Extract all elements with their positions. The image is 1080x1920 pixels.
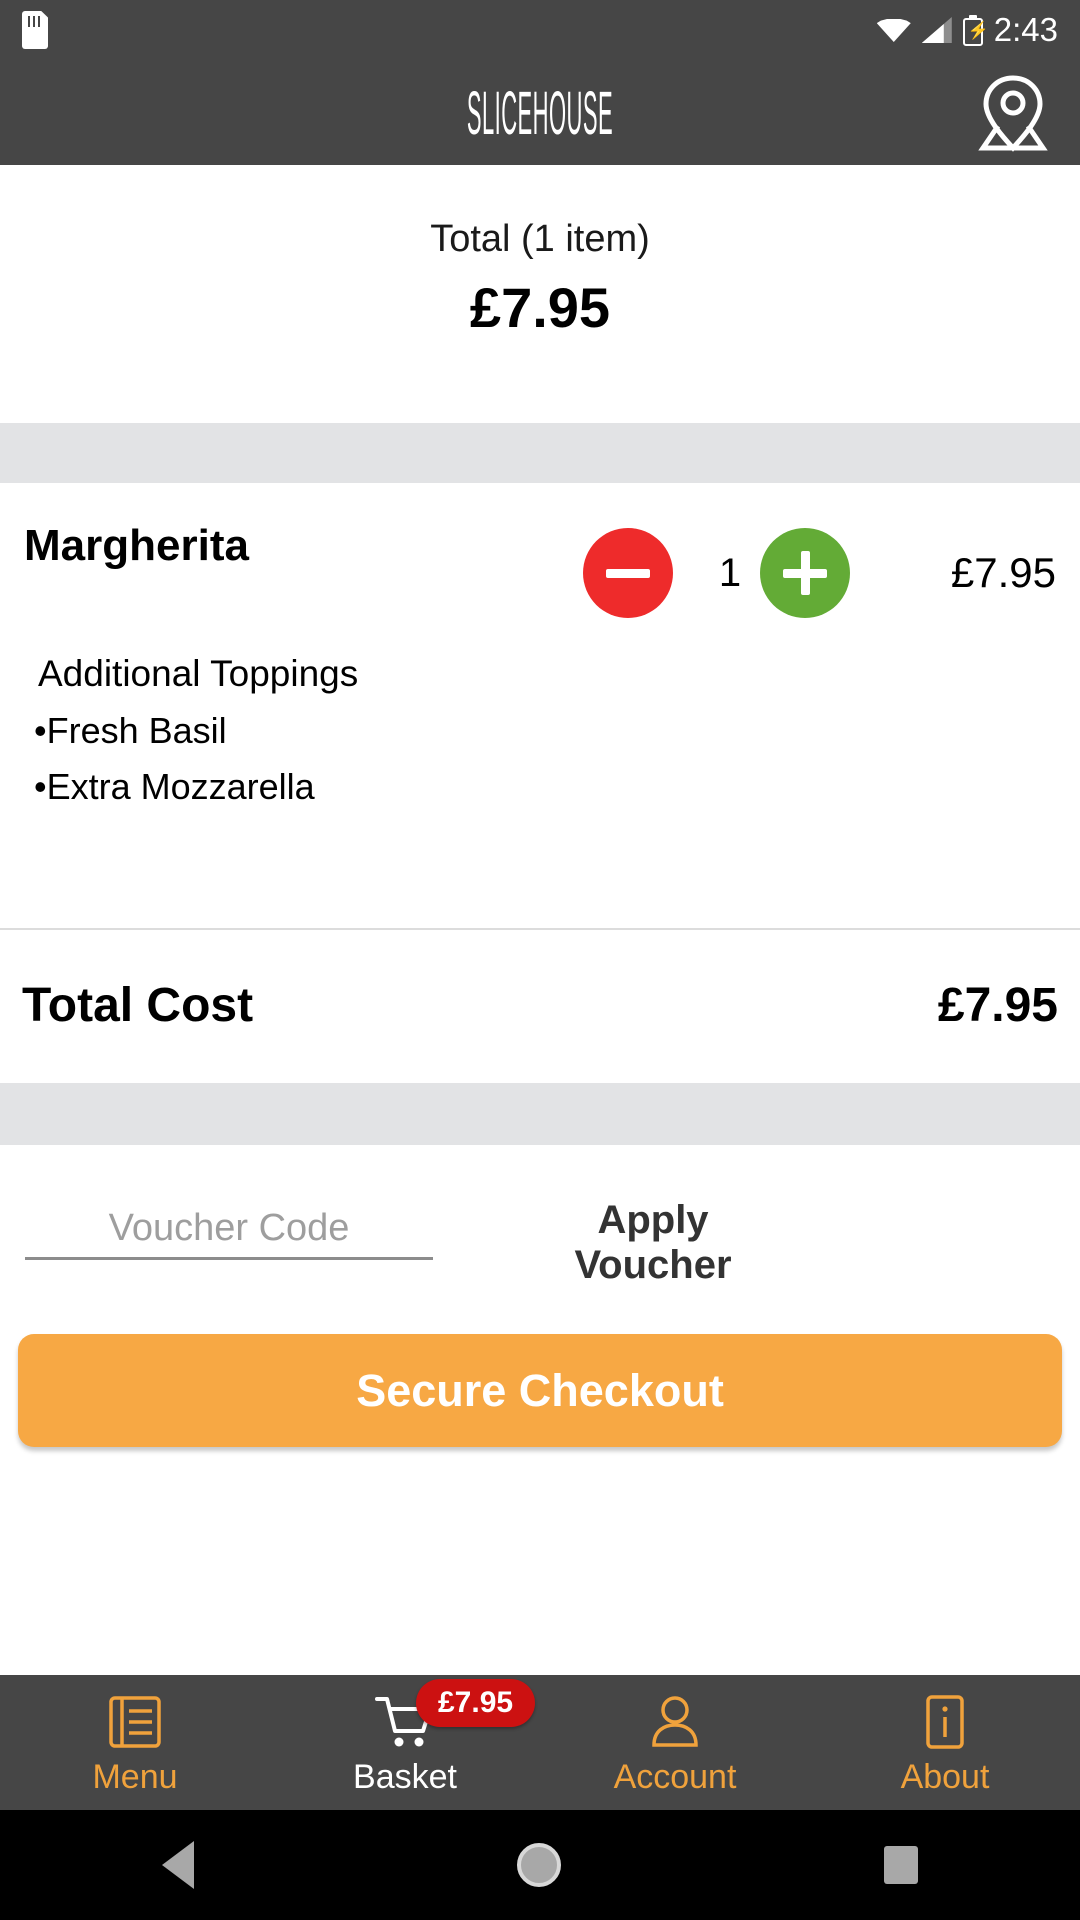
wifi-icon (876, 17, 911, 43)
basket-item: Margherita 1 £7.95 Additional Toppings •… (0, 483, 1080, 925)
sd-card-icon (22, 11, 48, 49)
section-divider-bottom (0, 1083, 1080, 1145)
app-screen: ⚡ 2:43 SLICEHOUSE Total (1 item) £7.95 M… (0, 0, 1080, 1920)
secure-checkout-button[interactable]: Secure Checkout (18, 1334, 1062, 1447)
summary-amount: £7.95 (469, 276, 611, 339)
brand-logo: SLICEHOUSE (466, 78, 614, 147)
nav-item-menu[interactable]: Menu (0, 1675, 270, 1810)
summary-label: Total (1 item) (430, 218, 650, 260)
item-name: Margherita (24, 521, 249, 570)
apply-voucher-button[interactable]: Apply Voucher (533, 1198, 773, 1288)
order-summary: Total (1 item) £7.95 (0, 165, 1080, 423)
total-cost-label: Total Cost (22, 979, 254, 1032)
nav-item-label: Account (613, 1758, 737, 1796)
minus-circle-icon[interactable] (583, 528, 673, 618)
battery-charging-icon: ⚡ (962, 14, 989, 46)
nav-item-label: Basket (353, 1758, 457, 1796)
info-icon (914, 1691, 976, 1753)
item-price: £7.95 (950, 549, 1056, 596)
location-pin-icon[interactable] (974, 74, 1052, 152)
item-row: Margherita 1 £7.95 (0, 483, 1080, 623)
status-bar-clock: 2:43 (993, 11, 1058, 48)
menu-book-icon (104, 1691, 166, 1753)
voucher-section: Apply Voucher (0, 1145, 1080, 1295)
total-cost-row: Total Cost £7.95 (0, 930, 1080, 1083)
voucher-input[interactable] (25, 1200, 433, 1260)
person-icon (644, 1691, 706, 1753)
toppings-title: Additional Toppings (38, 653, 359, 694)
signal-icon (921, 17, 952, 43)
status-bar-left (22, 11, 48, 49)
basket-badge: £7.95 (416, 1679, 536, 1727)
app-header: SLICEHOUSE (0, 60, 1080, 165)
nav-item-label: Menu (92, 1758, 178, 1796)
list-item: •Fresh Basil (34, 710, 227, 751)
recents-square-icon[interactable] (884, 1846, 919, 1884)
plus-circle-icon[interactable] (760, 528, 850, 618)
nav-item-about[interactable]: About (810, 1675, 1080, 1810)
nav-item-account[interactable]: Account (540, 1675, 810, 1810)
nav-item-basket[interactable]: £7.95 Basket (270, 1675, 540, 1810)
back-triangle-icon[interactable] (161, 1841, 194, 1889)
status-bar-right: ⚡ 2:43 (876, 11, 1058, 49)
section-divider-top (0, 423, 1080, 483)
android-navigation-bar (0, 1810, 1080, 1920)
nav-item-label: About (900, 1758, 990, 1796)
bottom-navigation: Menu £7.95 Basket Account About (0, 1675, 1080, 1810)
list-item: •Extra Mozzarella (34, 766, 315, 807)
item-quantity: 1 (718, 550, 742, 595)
home-circle-icon[interactable] (516, 1843, 561, 1887)
total-cost-value: £7.95 (937, 979, 1058, 1032)
